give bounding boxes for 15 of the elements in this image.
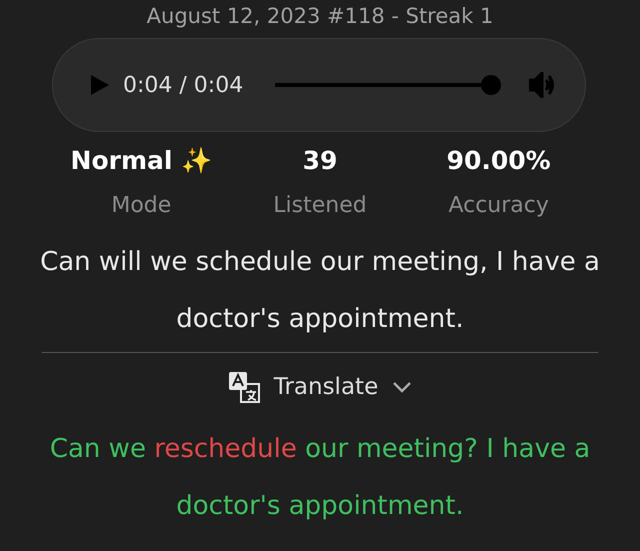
translate-icon[interactable]: [228, 371, 260, 403]
date-title: August 12, 2023 #118 - Streak 1: [146, 3, 494, 30]
stat-label: Listened: [273, 192, 367, 220]
stat-value: Normal ✨: [70, 145, 212, 177]
stat-value: 90.00%: [446, 145, 551, 177]
chevron-icon[interactable]: [392, 379, 412, 395]
volume-icon[interactable]: [529, 72, 557, 98]
play-icon[interactable]: [91, 75, 109, 95]
stat-value: 39: [302, 145, 338, 177]
stat-label: Mode: [111, 192, 172, 220]
stat-label: Accuracy: [448, 192, 549, 220]
sentence-text: Can will we schedule our meeting, I have a doctor's appointment.: [40, 246, 600, 336]
translate-button[interactable]: Translate: [274, 374, 378, 400]
corrected-sentence: Can we reschedule our meeting? I have a doctor's appointment.: [48, 433, 592, 523]
time-label: 0:04 / 0:04: [123, 72, 244, 98]
